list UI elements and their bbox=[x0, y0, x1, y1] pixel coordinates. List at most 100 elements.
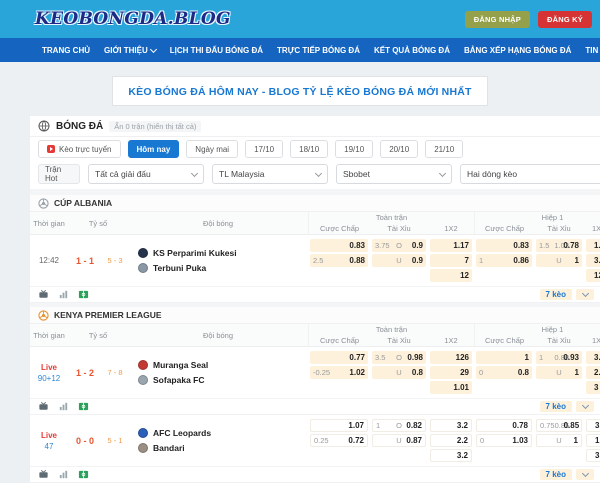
odds-cell[interactable]: 1.01 bbox=[430, 381, 472, 394]
odds-cell[interactable]: U0.8 bbox=[372, 366, 426, 379]
odds-cell[interactable]: 3 bbox=[586, 381, 600, 394]
home-team[interactable]: Muranga Seal bbox=[138, 360, 308, 370]
odds-cell[interactable]: 7 bbox=[430, 254, 472, 267]
odds-cell[interactable]: U1 bbox=[536, 254, 582, 267]
expand-odds-button[interactable] bbox=[576, 289, 594, 300]
odds-cell[interactable]: 3.25 bbox=[586, 351, 600, 364]
nav-item-schedule[interactable]: LỊCH THI ĐẤU BÓNG ĐÁ bbox=[163, 46, 270, 55]
league-header-albania[interactable]: CÚP ALBANIA bbox=[30, 195, 600, 212]
nav-item-standings[interactable]: BẢNG XẾP HẠNG BÓNG ĐÁ bbox=[457, 46, 578, 55]
odds-cell[interactable]: 1.91 bbox=[586, 434, 600, 447]
odds-cell[interactable]: 0.83 bbox=[476, 239, 532, 252]
more-odds-link[interactable]: 7 kèo bbox=[540, 289, 572, 300]
odds-cell[interactable]: U0.9 bbox=[372, 254, 426, 267]
odds-value: 0.98 bbox=[404, 353, 424, 362]
tv-icon[interactable] bbox=[38, 289, 49, 300]
tab-tomorrow[interactable]: Ngày mai bbox=[186, 140, 238, 158]
more-odds-link[interactable]: 7 kèo bbox=[540, 469, 572, 480]
odds-cell[interactable]: 3.5O0.98 bbox=[372, 351, 426, 364]
odds-value: 2.2 bbox=[434, 436, 468, 445]
expand-odds-button[interactable] bbox=[576, 401, 594, 412]
league-header-kenya[interactable]: KENYA PREMIER LEAGUE bbox=[30, 307, 600, 324]
odds-cell[interactable]: 3.75O0.9 bbox=[372, 239, 426, 252]
odds-cell[interactable]: 3.25 bbox=[586, 419, 600, 432]
tab-date-20-10[interactable]: 20/10 bbox=[380, 140, 418, 158]
tab-date-19-10[interactable]: 19/10 bbox=[335, 140, 373, 158]
odds-cell[interactable]: -0.251.02 bbox=[310, 366, 368, 379]
odds-cell[interactable]: 126 bbox=[430, 351, 472, 364]
selected-value: Hai dòng kèo bbox=[467, 169, 517, 179]
odds-cell[interactable]: 2.1 bbox=[586, 366, 600, 379]
odds-cell[interactable]: U1 bbox=[536, 434, 582, 447]
tv-icon[interactable] bbox=[38, 401, 49, 412]
odds-value: 0.77 bbox=[339, 353, 365, 362]
nav-item-home[interactable]: TRANG CHỦ bbox=[35, 46, 97, 55]
more-odds-link[interactable]: 7 kèo bbox=[540, 401, 572, 412]
odds-value: 1.01 bbox=[433, 383, 469, 392]
tab-date-21-10[interactable]: 21/10 bbox=[425, 140, 463, 158]
nav-item-live[interactable]: TRỰC TIẾP BÓNG ĐÁ bbox=[270, 46, 367, 55]
odds-cell[interactable]: 0.250.72 bbox=[310, 434, 368, 447]
lines-select[interactable]: Hai dòng kèo bbox=[460, 164, 600, 184]
tab-date-17-10[interactable]: 17/10 bbox=[245, 140, 283, 158]
hidden-matches-note[interactable]: Ẩn 0 trận (hiển thị tất cả) bbox=[109, 121, 201, 132]
home-team[interactable]: AFC Leopards bbox=[138, 428, 308, 438]
odds-cell[interactable]: 12 bbox=[586, 269, 600, 282]
odds-cell[interactable]: 00.8 bbox=[476, 366, 532, 379]
odds-cell[interactable]: 1.51.030.78 bbox=[536, 239, 582, 252]
chevron-down-icon bbox=[581, 290, 588, 297]
tab-live-odds[interactable]: Kèo trực tuyến bbox=[38, 140, 121, 158]
odds-cell[interactable]: 1.07 bbox=[310, 419, 368, 432]
odds-cell[interactable]: U0.87 bbox=[372, 434, 426, 447]
odds-cell[interactable]: 0.83 bbox=[310, 239, 368, 252]
away-team[interactable]: Terbuni Puka bbox=[138, 263, 308, 273]
tab-today[interactable]: Hôm nay bbox=[128, 140, 180, 158]
odds-cell[interactable]: 3.2 bbox=[430, 449, 472, 462]
odds-cell[interactable]: 1.45 bbox=[586, 239, 600, 252]
team-logo bbox=[138, 443, 148, 453]
tv-icon[interactable] bbox=[38, 469, 49, 480]
pitch-icon[interactable] bbox=[78, 469, 89, 480]
stats-icon[interactable] bbox=[58, 401, 69, 412]
odds-value: 0.93 bbox=[563, 353, 579, 362]
bookmaker-select[interactable]: Sbobet bbox=[336, 164, 452, 184]
pitch-icon[interactable] bbox=[78, 289, 89, 300]
odds-cell[interactable]: 1 bbox=[476, 351, 532, 364]
stats-icon[interactable] bbox=[58, 469, 69, 480]
expand-odds-button[interactable] bbox=[576, 469, 594, 480]
odds-cell[interactable]: U1 bbox=[536, 366, 582, 379]
score-value: 0 - 0 bbox=[76, 436, 94, 446]
odds-cell[interactable]: 3.2 bbox=[430, 419, 472, 432]
away-team[interactable]: Sofapaka FC bbox=[138, 375, 308, 385]
odds-cell[interactable]: 01.03 bbox=[476, 434, 532, 447]
odds-cell[interactable]: 0.78 bbox=[476, 419, 532, 432]
odds-cell[interactable]: 12 bbox=[430, 269, 472, 282]
odds-cell[interactable]: 1.17 bbox=[430, 239, 472, 252]
hot-matches-toggle[interactable]: Trận Hot bbox=[38, 164, 80, 184]
odds-cell[interactable]: 3.6 bbox=[586, 449, 600, 462]
odds-cell[interactable]: 0.77 bbox=[310, 351, 368, 364]
home-team[interactable]: KS Perparimi Kukesi bbox=[138, 248, 308, 258]
league-select[interactable]: Tất cả giải đấu bbox=[88, 164, 204, 184]
odds-cell[interactable]: 10.86 bbox=[476, 254, 532, 267]
odds-cell[interactable]: 2.2 bbox=[430, 434, 472, 447]
site-logo[interactable]: KEOBONGDA.BLOG bbox=[35, 9, 231, 29]
odds-cell[interactable]: 10.880.93 bbox=[536, 351, 582, 364]
nav-item-news[interactable]: TIN TỨC bbox=[578, 46, 600, 55]
login-button[interactable]: ĐĂNG NHẬP bbox=[465, 11, 530, 28]
score-value: 1 - 2 bbox=[76, 368, 94, 378]
odds-cell[interactable]: 3.1 bbox=[586, 254, 600, 267]
register-button[interactable]: ĐĂNG KÝ bbox=[538, 11, 592, 28]
odds-cell[interactable]: 29 bbox=[430, 366, 472, 379]
odds-format-select[interactable]: TL Malaysia bbox=[212, 164, 328, 184]
tab-date-18-10[interactable]: 18/10 bbox=[290, 140, 328, 158]
odds-cell[interactable]: 2.50.88 bbox=[310, 254, 368, 267]
pitch-icon[interactable] bbox=[78, 401, 89, 412]
away-team[interactable]: Bandari bbox=[138, 443, 308, 453]
odds-value: 0.78 bbox=[563, 241, 579, 250]
odds-cell[interactable]: 0.750.850.85 bbox=[536, 419, 582, 432]
odds-cell[interactable]: 1O0.82 bbox=[372, 419, 426, 432]
stats-icon[interactable] bbox=[58, 289, 69, 300]
nav-item-about[interactable]: GIỚI THIỆU bbox=[97, 46, 163, 55]
nav-item-results[interactable]: KẾT QUẢ BÓNG ĐÁ bbox=[367, 46, 457, 55]
